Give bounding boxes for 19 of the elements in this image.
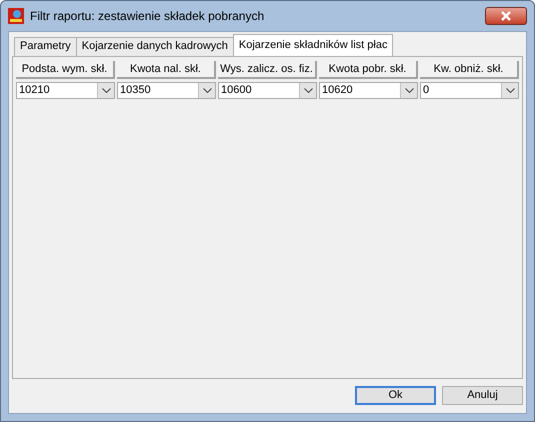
tab[interactable]: Kojarzenie danych kadrowych [76,37,234,56]
combo-box[interactable]: 10620 [319,82,418,99]
tab[interactable]: Parametry [14,37,77,56]
tab[interactable]: Kojarzenie składników list płac [232,34,394,56]
column-header: Kwota pobr. skł. [319,61,418,79]
combo-box[interactable]: 10210 [16,82,115,99]
window-title: Filtr raportu: zestawienie składek pobranych [30,8,264,25]
column-header: Kw. obniż. skł. [420,61,519,79]
dialog-button[interactable]: Anuluj [442,386,523,405]
column-header: Wys. zalicz. os. fiz. [218,61,317,79]
app-icon [8,8,24,24]
column-header: Podsta. wym. skł. [16,61,115,79]
close-icon[interactable] [500,11,512,21]
column-header: Kwota nal. skł. [117,61,216,79]
combo-box[interactable]: 10350 [117,82,216,99]
dialog-button[interactable]: Ok [355,386,436,405]
close-button[interactable] [485,7,527,25]
combo-box[interactable]: 0 [420,82,519,99]
combo-box[interactable]: 10600 [218,82,317,99]
